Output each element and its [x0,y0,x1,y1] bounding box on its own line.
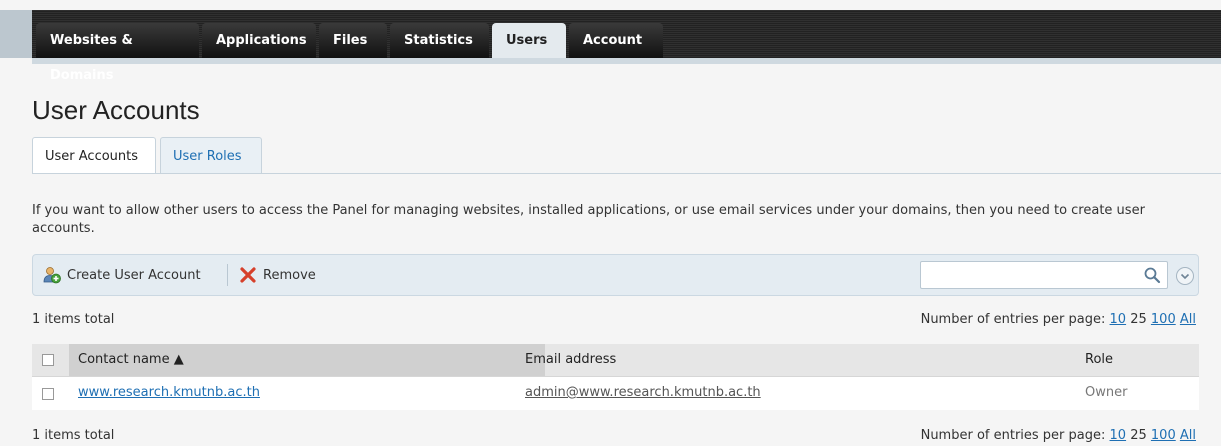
remove-button[interactable]: Remove [239,266,316,284]
tab-user-accounts[interactable]: User Accounts [32,137,156,174]
toolbar-separator [227,264,228,286]
search-input[interactable] [925,263,1139,289]
nav-tab-users[interactable]: Users [492,23,566,58]
per-page-all-link[interactable]: All [1180,312,1196,327]
per-page-label: Number of entries per page: [920,428,1106,443]
nav-tab-statistics[interactable]: Statistics [390,23,489,58]
search-icon[interactable] [1143,266,1161,284]
chevron-down-icon[interactable] [1175,266,1195,286]
email-address-link[interactable]: admin@www.research.kmutnb.ac.th [525,385,761,400]
select-all-checkbox[interactable] [42,354,54,366]
remove-icon [240,267,256,283]
role-value: Owner [1085,385,1128,400]
column-header-contact-name[interactable]: Contact name ▲ [78,352,184,367]
table-row: www.research.kmutnb.ac.th admin@www.rese… [32,377,1199,410]
items-total: 1 items total [32,312,115,327]
per-page-100-link[interactable]: 100 [1151,312,1176,327]
nav-tab-files[interactable]: Files [319,23,387,58]
items-total-bottom: 1 items total [32,428,115,443]
per-page-25-current: 25 [1130,428,1147,443]
page-title: User Accounts [32,95,200,125]
tab-divider [32,173,1221,174]
per-page-10-link[interactable]: 10 [1110,312,1127,327]
column-header-role[interactable]: Role [1085,352,1113,367]
create-user-account-button[interactable]: Create User Account [43,266,201,284]
toolbar: Create User Account Remove [32,254,1199,296]
contact-name-link[interactable]: www.research.kmutnb.ac.th [78,385,260,400]
per-page-label: Number of entries per page: [920,312,1106,327]
sub-tabs: User Accounts User Roles [32,137,266,174]
entries-per-page-bottom: Number of entries per page: 10 25 100 Al… [921,428,1196,443]
per-page-100-link[interactable]: 100 [1151,428,1176,443]
create-user-account-label: Create User Account [67,267,201,283]
per-page-25-current: 25 [1130,312,1147,327]
table-header: Contact name ▲ Email address Role [32,344,1199,377]
row-checkbox[interactable] [42,388,54,400]
nav-tab-websites-domains[interactable]: Websites & Domains [36,23,199,83]
nav-tab-account[interactable]: Account [569,23,663,58]
entries-per-page: Number of entries per page: 10 25 100 Al… [921,312,1196,327]
per-page-10-link[interactable]: 10 [1110,428,1127,443]
remove-label: Remove [263,267,316,283]
column-header-email[interactable]: Email address [525,352,616,367]
page-description: If you want to allow other users to acce… [32,203,1145,236]
user-accounts-table: Contact name ▲ Email address Role www.re… [32,344,1199,410]
per-page-all-link[interactable]: All [1180,428,1196,443]
tab-user-roles[interactable]: User Roles [160,137,262,174]
search-box [920,261,1168,289]
top-bar: Websites & Domains Applications Files St… [0,0,1221,83]
main-nav: Websites & Domains Applications Files St… [36,23,666,83]
add-user-icon [43,267,61,284]
nav-tab-applications[interactable]: Applications [202,23,316,58]
